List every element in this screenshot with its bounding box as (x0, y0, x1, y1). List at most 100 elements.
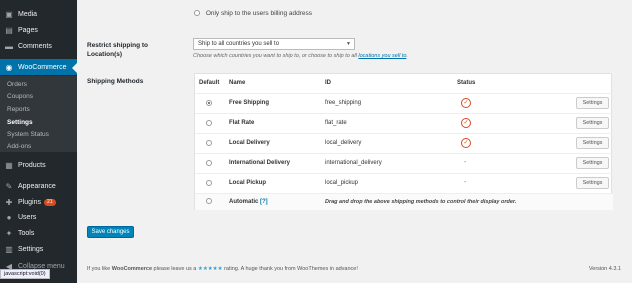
restrict-shipping-select[interactable]: Ship to all countries you sell to ▼ (193, 38, 355, 50)
save-changes-button[interactable]: Save changes (87, 226, 134, 238)
billing-only-radio[interactable] (194, 10, 200, 17)
sidebar-item-label: Tools (18, 229, 35, 237)
sidebar-item-products[interactable]: ▦ Products (0, 158, 77, 172)
sidebar-item-comments[interactable]: ▬ Comments (0, 39, 77, 53)
automatic-row[interactable]: Automatic [?] Drag and drop the above sh… (195, 193, 613, 210)
default-radio[interactable] (206, 140, 212, 146)
automatic-text: Automatic (229, 199, 259, 205)
shipping-methods-label: Shipping Methods (87, 78, 144, 85)
disabled-status: - (464, 159, 467, 166)
active-menu-arrow (72, 63, 77, 73)
comments-icon: ▬ (5, 41, 13, 51)
method-name: Local Pickup (229, 180, 267, 186)
sidebar-item-label: Products (18, 161, 46, 169)
description-text: Choose which countries you want to ship … (193, 53, 359, 59)
sidebar-item-media[interactable]: ▣ Media (0, 7, 77, 21)
footer-prefix: If you like (87, 266, 112, 272)
method-settings-button[interactable]: Settings (576, 137, 609, 149)
woocommerce-submenu: Orders Coupons Reports Settings System S… (0, 76, 77, 152)
sidebar-item-appearance[interactable]: ✎ Appearance (0, 179, 77, 193)
method-id: local_pickup (325, 180, 359, 186)
footer-text: If you like WooCommerce please leave us … (87, 266, 358, 272)
plugins-update-badge: 21 (43, 198, 56, 206)
sidebar-item-label: Settings (18, 245, 44, 253)
sidebar-item-label: Media (18, 10, 38, 18)
sidebar-item-label: Comments (18, 42, 52, 50)
table-row[interactable]: Local Pickup local_pickup - Settings (195, 173, 613, 193)
column-header-status: Status (457, 80, 476, 86)
method-settings-button[interactable]: Settings (576, 97, 609, 109)
submenu-add-ons[interactable]: Add-ons (7, 143, 31, 150)
sidebar-item-plugins[interactable]: ✚ Plugins 21 (0, 195, 77, 209)
sidebar-item-label: Users (18, 213, 37, 221)
default-radio[interactable] (206, 180, 212, 186)
method-settings-button[interactable]: Settings (576, 177, 609, 189)
version-text: Version 4.3.1 (588, 266, 621, 272)
submenu-settings[interactable]: Settings (7, 119, 33, 126)
settings-icon: ▥ (5, 244, 13, 254)
submenu-orders[interactable]: Orders (7, 81, 27, 88)
method-settings-button[interactable]: Settings (576, 157, 609, 169)
plugins-icon: ✚ (5, 197, 13, 207)
method-id: local_delivery (325, 140, 362, 146)
products-icon: ▦ (5, 160, 13, 170)
enabled-check-icon: ✓ (461, 98, 471, 108)
method-id: flat_rate (325, 120, 347, 126)
footer-brand: WooCommerce (111, 266, 153, 272)
method-name: Flat Rate (229, 120, 255, 126)
help-tip-icon[interactable]: [?] (260, 199, 268, 205)
table-row[interactable]: Free Shipping free_shipping ✓ Settings (195, 93, 613, 113)
appearance-icon: ✎ (5, 181, 13, 191)
restrict-shipping-description: Choose which countries you want to ship … (193, 53, 408, 59)
locations-link[interactable]: locations you sell to (358, 53, 406, 59)
woocommerce-icon: ◉ (5, 62, 13, 72)
column-header-id: ID (325, 80, 331, 86)
footer-middle: please leave us a (152, 266, 198, 272)
users-icon: ● (6, 212, 12, 222)
shipping-methods-table: Default Name ID Status Free Shipping fre… (194, 73, 613, 210)
restrict-shipping-label: Restrict shipping to Location(s) (87, 42, 149, 58)
disabled-status: - (464, 179, 467, 186)
sidebar-item-tools[interactable]: ✦ Tools (0, 226, 77, 240)
admin-sidebar: ▣ Media ▤ Pages ▬ Comments ◉ WooCommerce… (0, 0, 77, 283)
method-name: Local Delivery (229, 140, 270, 146)
submenu-system-status[interactable]: System Status (7, 131, 49, 138)
enabled-check-icon: ✓ (461, 118, 471, 128)
method-name: Free Shipping (229, 100, 270, 106)
method-name: International Delivery (229, 160, 291, 166)
chevron-down-icon: ▼ (346, 41, 351, 47)
browser-status-url: javascript:void(0) (0, 269, 50, 279)
enabled-check-icon: ✓ (461, 138, 471, 148)
automatic-radio[interactable] (206, 198, 212, 204)
column-header-name: Name (229, 80, 246, 86)
tools-icon: ✦ (5, 228, 13, 238)
sidebar-item-label: Appearance (18, 182, 56, 190)
submenu-reports[interactable]: Reports (7, 106, 30, 113)
table-row[interactable]: Flat Rate flat_rate ✓ Settings (195, 113, 613, 133)
default-radio[interactable] (206, 120, 212, 126)
method-id: international_delivery (325, 160, 382, 166)
automatic-label: Automatic [?] (229, 199, 268, 205)
billing-only-label: Only ship to the users billing address (205, 10, 313, 17)
media-icon: ▣ (5, 9, 13, 19)
sidebar-item-label: Pages (18, 26, 38, 34)
description-suffix: . (406, 53, 408, 59)
table-row[interactable]: Local Delivery local_delivery ✓ Settings (195, 133, 613, 153)
sidebar-item-pages[interactable]: ▤ Pages (0, 23, 77, 37)
sidebar-item-woocommerce[interactable]: ◉ WooCommerce (0, 59, 77, 75)
footer-suffix: rating. A huge thank you from WooThemes … (222, 266, 358, 272)
rating-stars-link[interactable]: ★★★★★ (198, 266, 223, 272)
table-row[interactable]: International Delivery international_del… (195, 153, 613, 173)
column-header-default: Default (199, 80, 220, 86)
pages-icon: ▤ (5, 25, 13, 35)
method-settings-button[interactable]: Settings (576, 117, 609, 129)
sidebar-item-settings[interactable]: ▥ Settings (0, 242, 77, 256)
submenu-coupons[interactable]: Coupons (7, 93, 33, 100)
drag-drop-note: Drag and drop the above shipping methods… (325, 199, 517, 205)
method-id: free_shipping (325, 100, 362, 106)
default-radio[interactable] (206, 100, 212, 106)
billing-only-option[interactable]: Only ship to the users billing address (194, 10, 312, 17)
restrict-shipping-selected: Ship to all countries you sell to (198, 41, 280, 47)
sidebar-item-users[interactable]: ● Users (0, 210, 77, 224)
default-radio[interactable] (206, 160, 212, 166)
